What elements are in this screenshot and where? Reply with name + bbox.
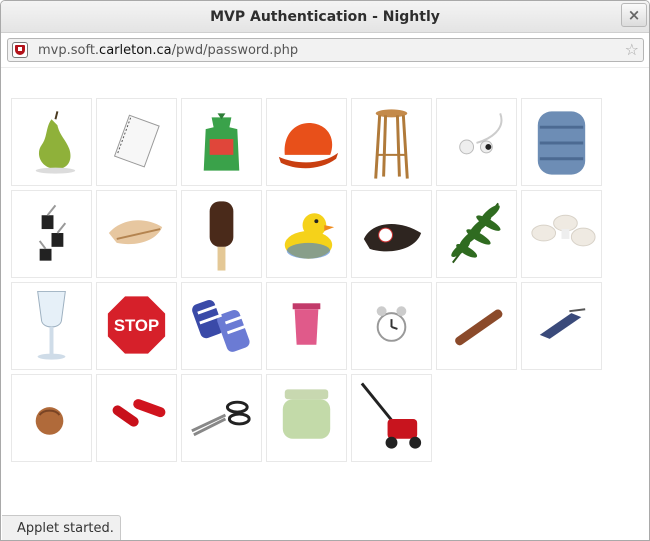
- image-tile-seashell[interactable]: [96, 190, 177, 278]
- image-tile-earbuds[interactable]: [436, 98, 517, 186]
- image-tile-water-glass[interactable]: [11, 282, 92, 370]
- address-bar[interactable]: mvp.soft.carleton.ca/pwd/password.php ☆: [7, 38, 644, 62]
- image-tile-scissors[interactable]: [181, 374, 262, 462]
- image-tile-cigar[interactable]: [436, 282, 517, 370]
- image-tile-glass-jar[interactable]: [266, 374, 347, 462]
- star-icon[interactable]: ☆: [625, 40, 639, 59]
- close-button[interactable]: ×: [621, 3, 647, 27]
- url-text[interactable]: mvp.soft.carleton.ca/pwd/password.php: [38, 43, 298, 58]
- image-tile-pear[interactable]: [11, 98, 92, 186]
- image-tile-hazelnut[interactable]: [11, 374, 92, 462]
- title-bar[interactable]: MVP Authentication - Nightly ×: [1, 1, 649, 33]
- image-tile-hard-hat[interactable]: [266, 98, 347, 186]
- image-tile-candy-bag[interactable]: [181, 98, 262, 186]
- image-tile-notepad[interactable]: [96, 98, 177, 186]
- image-tile-rubber-duck[interactable]: [266, 190, 347, 278]
- image-tile-mushrooms[interactable]: [521, 190, 602, 278]
- image-tile-hair-clip[interactable]: [521, 282, 602, 370]
- image-tile-striped-gloves[interactable]: [181, 282, 262, 370]
- image-tile-baseball-glove[interactable]: [351, 190, 432, 278]
- stop-sign-text: STOP: [114, 316, 159, 335]
- image-tile-ice-cream-bar[interactable]: [181, 190, 262, 278]
- image-tile-stop-sign[interactable]: STOP: [96, 282, 177, 370]
- image-tile-sleeping-bag[interactable]: [521, 98, 602, 186]
- content-divider: [1, 67, 649, 68]
- image-tile-binder-clips[interactable]: [11, 190, 92, 278]
- image-tile-alarm-clock[interactable]: [351, 282, 432, 370]
- carleton-shield-icon[interactable]: [12, 42, 28, 58]
- window-title: MVP Authentication - Nightly: [210, 9, 440, 25]
- image-tile-fern-leaf[interactable]: [436, 190, 517, 278]
- url-path: /pwd/password.php: [171, 43, 299, 58]
- image-tile-trash-can[interactable]: [266, 282, 347, 370]
- browser-window: MVP Authentication - Nightly × mvp.soft.…: [0, 0, 650, 541]
- image-tile-lawn-mower[interactable]: [351, 374, 432, 462]
- status-bar: Applet started.: [2, 515, 121, 540]
- url-prefix: mvp.soft.: [38, 43, 100, 58]
- url-domain: carleton.ca: [99, 43, 172, 58]
- image-tile-red-capsules[interactable]: [96, 374, 177, 462]
- image-tile-stool[interactable]: [351, 98, 432, 186]
